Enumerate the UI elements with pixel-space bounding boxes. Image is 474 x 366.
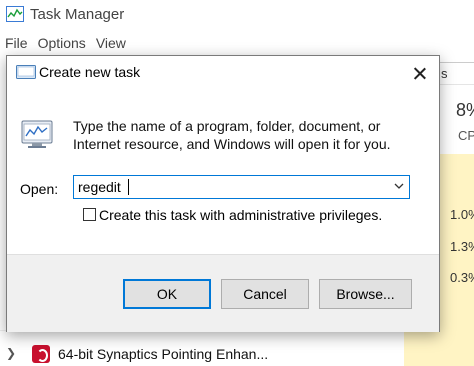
- process-name: 64-bit Synaptics Pointing Enhan...: [58, 346, 269, 362]
- open-input[interactable]: regedit: [78, 179, 121, 195]
- browse-button[interactable]: Browse...: [319, 279, 412, 309]
- cpu-cell: 0.3%: [450, 270, 474, 285]
- run-icon: [16, 65, 36, 79]
- process-row[interactable]: ❯ 64-bit Synaptics Pointing Enhan...: [0, 342, 404, 366]
- task-manager-title: Task Manager: [30, 6, 125, 23]
- dialog-footer: OK Cancel Browse...: [7, 254, 439, 332]
- admin-privileges-label[interactable]: Create this task with administrative pri…: [99, 207, 382, 223]
- open-label: Open:: [20, 181, 59, 197]
- task-manager-menubar: File Options View: [0, 33, 131, 55]
- chevron-right-icon[interactable]: ❯: [6, 346, 16, 360]
- create-new-task-dialog: Create new task Type the name of a progr…: [6, 55, 440, 332]
- menu-options[interactable]: Options: [33, 33, 91, 55]
- task-manager-icon: [6, 6, 24, 22]
- ok-button[interactable]: OK: [123, 279, 211, 309]
- cpu-cell: 1.0%: [450, 207, 474, 222]
- admin-privileges-checkbox[interactable]: [83, 208, 96, 221]
- open-combobox[interactable]: regedit: [73, 175, 410, 199]
- tab-fragment-label: s: [441, 66, 448, 81]
- chevron-down-icon[interactable]: [393, 180, 405, 192]
- synaptics-icon: [32, 345, 50, 363]
- dialog-description: Type the name of a program, folder, docu…: [73, 118, 391, 152]
- menu-view[interactable]: View: [91, 33, 131, 55]
- cpu-column-label: CP: [458, 128, 474, 143]
- task-manager-titlebar: Task Manager: [0, 0, 474, 30]
- cpu-total-percent: 8%: [456, 100, 474, 120]
- text-caret: [128, 179, 129, 195]
- close-icon[interactable]: [405, 60, 435, 86]
- dialog-title: Create new task: [39, 64, 141, 80]
- run-program-icon: [21, 120, 53, 148]
- menu-file[interactable]: File: [0, 33, 33, 55]
- cpu-cell: 1.3%: [450, 239, 474, 254]
- tab-services-partial[interactable]: s: [438, 62, 474, 86]
- cancel-button[interactable]: Cancel: [221, 279, 309, 309]
